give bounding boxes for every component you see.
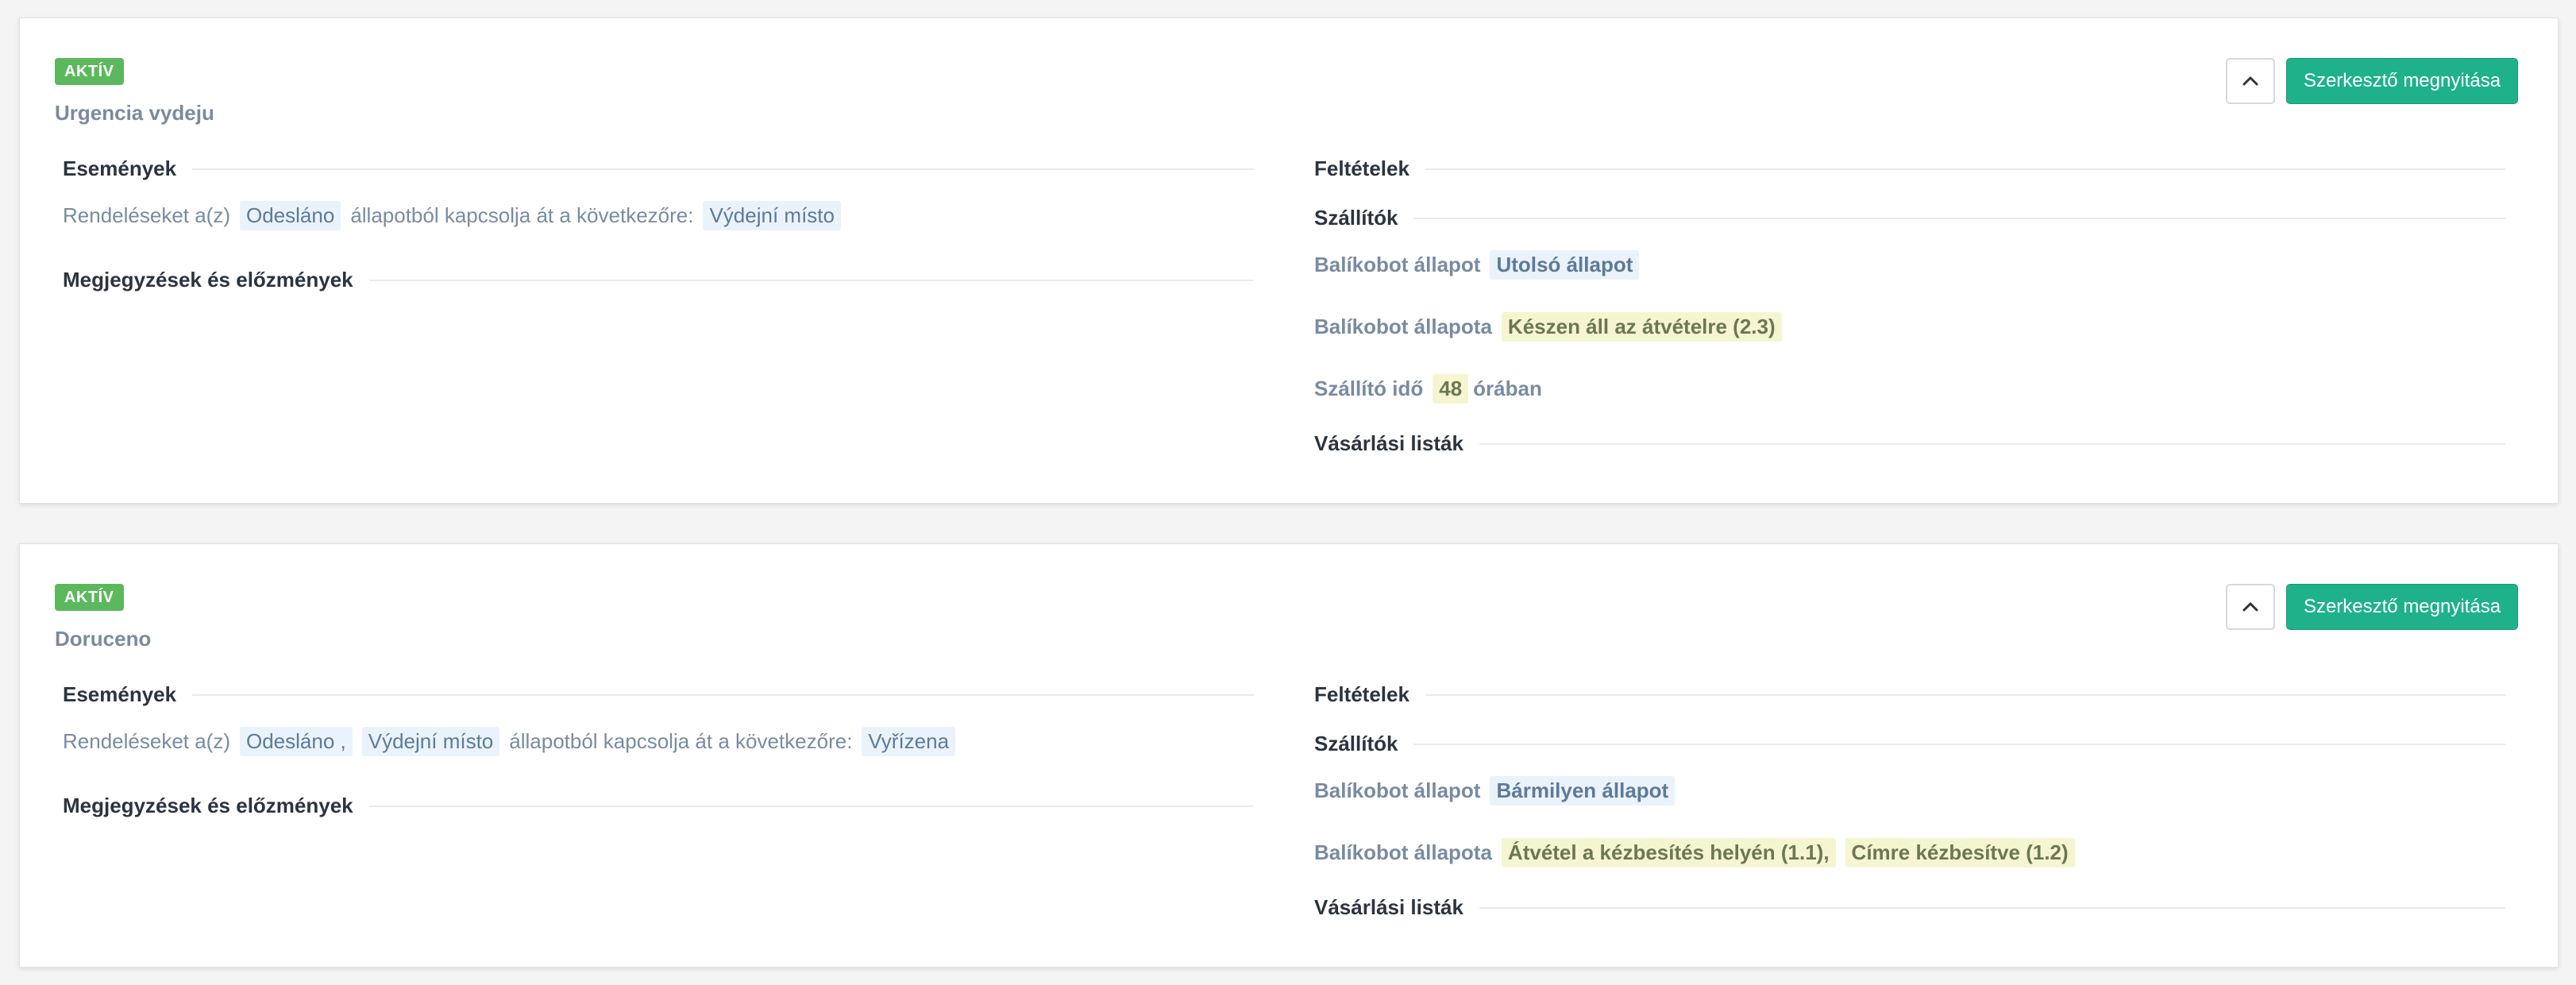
condition-value-tag: Készen áll az átvételre (2.3): [1501, 312, 1782, 342]
to-state-tag: Výdejní místo: [703, 201, 841, 230]
divider: [1479, 906, 2505, 909]
from-state-tag: Odesláno ,: [240, 727, 353, 756]
event-description: Rendeléseket a(z) Odesláno állapotból ka…: [63, 201, 850, 230]
notes-heading-label: Megjegyzések és előzmények: [63, 794, 353, 817]
event-middle: állapotból kapcsolja át a következőre:: [509, 729, 853, 753]
carriers-heading-label: Szállítók: [1314, 206, 1398, 230]
collapse-button[interactable]: [2226, 584, 2275, 630]
carriers-heading-label: Szállítók: [1314, 732, 1398, 755]
collapse-button[interactable]: [2226, 58, 2275, 104]
divider: [192, 693, 1254, 696]
carriers-section-heading: Szállítók: [1314, 206, 2505, 230]
condition-label: Balíkobot állapota: [1314, 315, 1492, 338]
automation-rule-card: AKTÍV Urgencia vydeju Szerkesztő megnyit…: [19, 17, 2559, 504]
condition-row: Balíkobot állapota Készen áll az átvétel…: [1314, 312, 1791, 342]
event-prefix: Rendeléseket a(z): [63, 203, 230, 227]
event-prefix: Rendeléseket a(z): [63, 729, 230, 753]
status-badge: AKTÍV: [55, 584, 124, 611]
notes-heading-label: Megjegyzések és előzmények: [63, 268, 353, 292]
condition-label: Balíkobot állapota: [1314, 840, 1492, 864]
event-description: Rendeléseket a(z) Odesláno , Výdejní mís…: [63, 727, 965, 756]
automation-rule-card: AKTÍV Doruceno Szerkesztő megnyitása Ese…: [19, 543, 2559, 968]
divider: [1425, 693, 2505, 696]
shopping-lists-section-heading: Vásárlási listák: [1314, 431, 2505, 456]
condition-label: Szállító idő: [1314, 377, 1424, 400]
condition-suffix: órában: [1473, 377, 1542, 400]
condition-row: Balíkobot állapot Bármilyen állapot: [1314, 776, 1684, 805]
condition-value-tag: Utolsó állapot: [1490, 250, 1640, 280]
divider: [368, 805, 1254, 807]
events-heading-label: Események: [63, 156, 177, 180]
notes-section-heading: Megjegyzések és előzmények: [63, 268, 1254, 292]
divider: [1479, 442, 2505, 445]
divider: [1413, 743, 2505, 745]
from-state-tag: Výdejní místo: [361, 727, 500, 756]
condition-value-tag: Átvétel a kézbesítés helyén (1.1),: [1501, 838, 1836, 867]
chevron-up-icon: [2242, 602, 2258, 612]
condition-value-tag: Bármilyen állapot: [1490, 776, 1676, 805]
events-section-heading: Események: [63, 156, 1254, 181]
events-heading-label: Események: [63, 682, 177, 706]
condition-row: Szállító idő 48 órában: [1314, 374, 1542, 404]
divider: [1413, 217, 2505, 219]
divider: [368, 279, 1254, 281]
condition-value-tag: Címre kézbesítve (1.2): [1845, 838, 2075, 867]
conditions-section-heading: Feltételek: [1314, 156, 2505, 181]
conditions-heading-label: Feltételek: [1314, 156, 1409, 180]
from-state-tag: Odesláno: [240, 201, 341, 230]
condition-row: Balíkobot állapot Utolsó állapot: [1314, 250, 1649, 280]
condition-label: Balíkobot állapot: [1314, 778, 1481, 802]
conditions-section-heading: Feltételek: [1314, 682, 2505, 707]
carriers-section-heading: Szállítók: [1314, 732, 2505, 756]
divider: [192, 168, 1254, 170]
to-state-tag: Vyřízena: [862, 727, 956, 756]
shopping-lists-section-heading: Vásárlási listák: [1314, 895, 2505, 920]
events-section-heading: Események: [63, 682, 1254, 707]
shopping-lists-heading-label: Vásárlási listák: [1314, 431, 1463, 455]
conditions-heading-label: Feltételek: [1314, 682, 1409, 706]
open-editor-button[interactable]: Szerkesztő megnyitása: [2286, 584, 2518, 630]
shopping-lists-heading-label: Vásárlási listák: [1314, 895, 1463, 919]
condition-value-tag: 48: [1433, 374, 1469, 404]
rule-title: Doruceno: [55, 627, 152, 651]
rule-title: Urgencia vydeju: [55, 101, 214, 125]
chevron-up-icon: [2242, 76, 2258, 86]
status-badge: AKTÍV: [55, 58, 124, 85]
open-editor-button[interactable]: Szerkesztő megnyitása: [2286, 58, 2518, 104]
divider: [1425, 168, 2505, 170]
condition-row: Balíkobot állapota Átvétel a kézbesítés …: [1314, 838, 2084, 867]
condition-label: Balíkobot állapot: [1314, 253, 1481, 276]
notes-section-heading: Megjegyzések és előzmények: [63, 794, 1254, 818]
event-middle: állapotból kapcsolja át a következőre:: [350, 203, 694, 227]
